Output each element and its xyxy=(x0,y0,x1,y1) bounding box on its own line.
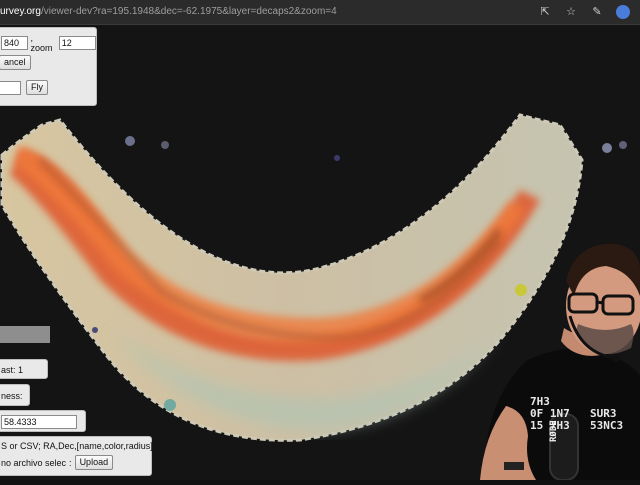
layer-slider-bar[interactable] xyxy=(0,326,50,343)
cancel-button[interactable]: ancel xyxy=(0,55,31,70)
presenter-figure xyxy=(480,243,640,481)
share-icon[interactable]: ⇱ xyxy=(538,4,552,20)
object-search-input[interactable] xyxy=(0,80,21,95)
goto-panel: 840 , zoom 12 ancel Fly xyxy=(0,27,97,106)
file-chooser-status[interactable]: no archivo selec xyxy=(1,458,66,468)
isolated-field xyxy=(125,136,135,146)
zoom-input[interactable]: 12 xyxy=(58,36,96,50)
brightness-control[interactable]: ness: 1 xyxy=(0,384,30,423)
upload-instructions: S or CSV; RA,Dec,[name,color,radius]: xyxy=(1,441,156,451)
url-path: /viewer-dev?ra=195.1948&dec=-62.1975&lay… xyxy=(40,6,337,17)
contrast-control[interactable]: ast: 1 xyxy=(0,359,48,379)
fly-button[interactable]: Fly xyxy=(26,80,48,95)
zoom-label: , zoom xyxy=(30,33,53,53)
profile-icon[interactable] xyxy=(616,5,630,19)
coordinate-input[interactable]: 840 xyxy=(1,36,29,50)
coordinate-box: 58.4333 xyxy=(0,410,86,432)
browser-address-bar[interactable]: urvey.org/viewer-dev?ra=195.1948&dec=-62… xyxy=(0,0,640,25)
catalog-upload-panel: S or CSV; RA,Dec,[name,color,radius]: no… xyxy=(0,436,156,476)
microphone-brand-label: RØDE xyxy=(549,420,559,442)
star-icon[interactable]: ☆ xyxy=(564,4,578,20)
upload-button[interactable]: Upload xyxy=(74,455,114,470)
presenter-webcam: 7H3 0F 1N7 15 7H3 SUR3 53NC3 RØDE xyxy=(466,236,640,481)
url-host: urvey.org xyxy=(0,6,41,17)
contrast-label: ast: 1 xyxy=(1,365,24,375)
extension-icon[interactable]: ✎ xyxy=(590,4,604,20)
coordinate-value-input[interactable]: 58.4333 xyxy=(1,415,77,429)
url-text[interactable]: urvey.org/viewer-dev?ra=195.1948&dec=-62… xyxy=(0,4,337,20)
